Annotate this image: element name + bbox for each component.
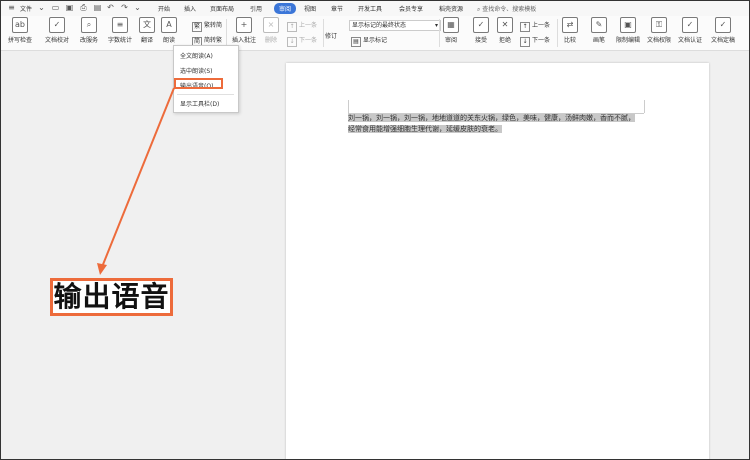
wordcount-button[interactable]: ≡ 字数统计 xyxy=(108,17,132,44)
finalize-icon: ✓ xyxy=(715,17,731,33)
to-traditional-button[interactable]: 繁繁转简 xyxy=(192,20,222,32)
tab-developer[interactable]: 开发工具 xyxy=(358,4,382,13)
permission-icon: ⚿ xyxy=(651,17,667,33)
translate-button[interactable]: 文 翻译 xyxy=(139,17,155,44)
pen-icon: ✎ xyxy=(591,17,607,33)
prev-comment-button[interactable]: ↑ 上一条 xyxy=(287,20,317,32)
spellcheck-button[interactable]: ab 拼写检查 xyxy=(8,17,32,44)
next-icon: ↓ xyxy=(287,37,297,47)
tab-review[interactable]: 审阅 xyxy=(274,3,297,14)
chevron-down-icon[interactable]: ⌄ xyxy=(37,3,46,12)
next-comment-button[interactable]: ↓ 下一条 xyxy=(287,35,317,47)
ribbon-toolbar: ab 拼写检查 ✓ 文档校对 ⌕ 改服务 ≡ 字数统计 文 翻译 A 朗读 繁繁… xyxy=(1,16,749,51)
next-change-button[interactable]: ↓ 下一条 xyxy=(520,35,550,47)
tab-docer[interactable]: 稻壳资源 xyxy=(439,4,463,13)
undo-icon[interactable]: ↶ xyxy=(106,3,115,12)
divider xyxy=(177,94,234,95)
tab-insert[interactable]: 插入 xyxy=(184,4,196,13)
chevron-down-icon: ▾ xyxy=(434,22,438,29)
prev-icon: ↑ xyxy=(520,22,530,32)
word-count-icon: ≡ xyxy=(112,17,128,33)
text-line: 经常食用能增强细胞生理代谢，延缓皮肤的衰老。 xyxy=(348,125,502,133)
margin-guide xyxy=(644,100,645,113)
chevron-down-icon[interactable]: ⌄ xyxy=(133,3,142,12)
reject-icon: ✕ xyxy=(497,17,513,33)
abc-check-icon: ab xyxy=(12,17,28,33)
comment-add-icon: + xyxy=(236,17,252,33)
menu-item-read-selection[interactable]: 选中朗读(S) xyxy=(180,66,213,75)
prev-change-button[interactable]: ↑ 上一条 xyxy=(520,20,550,32)
divider xyxy=(226,19,227,47)
compare-icon: ⇄ xyxy=(562,17,578,33)
search-icon: ⌕ xyxy=(477,6,481,13)
document-check-icon: ✓ xyxy=(49,17,65,33)
certificate-icon: ✓ xyxy=(682,17,698,33)
markup-state-select[interactable]: 显示标记的最终状态 ▾ xyxy=(349,20,441,31)
divider xyxy=(323,19,324,47)
tab-reference[interactable]: 引用 xyxy=(250,4,262,13)
doc-cert-button[interactable]: ✓ 文档认证 xyxy=(678,17,702,44)
tab-member[interactable]: 会员专享 xyxy=(399,4,423,13)
restrict-edit-button[interactable]: ▣ 限制编辑 xyxy=(616,17,640,44)
search-input[interactable]: ⌕ 查找命令、搜索模板 xyxy=(477,4,536,14)
insert-comment-button[interactable]: + 插入批注 xyxy=(232,17,256,44)
file-menu[interactable]: 文件 xyxy=(20,4,32,13)
tab-view[interactable]: 视图 xyxy=(304,4,316,13)
compare-button[interactable]: ⇄ 比较 xyxy=(562,17,578,44)
ink-button[interactable]: ✎ 画笔 xyxy=(591,17,607,44)
reject-button[interactable]: ✕ 拒绝 xyxy=(497,17,513,44)
read-aloud-button[interactable]: A 朗读 xyxy=(161,17,177,44)
review-pane-icon: ▦ xyxy=(443,17,459,33)
revise-button[interactable]: 修订 xyxy=(325,29,337,40)
hamburger-icon[interactable]: ≡ xyxy=(7,3,16,12)
tab-start[interactable]: 开始 xyxy=(158,4,170,13)
rewrite-button[interactable]: ⌕ 改服务 xyxy=(80,17,98,44)
highlight-box xyxy=(174,78,223,89)
accept-button[interactable]: ✓ 接受 xyxy=(473,17,489,44)
menu-bar: ≡ 文件 ⌄ ▭ ▣ ⎙ ▤ ↶ ↷ ⌄ 开始 插入 页面布局 引用 审阅 视图… xyxy=(1,1,749,16)
divider xyxy=(439,19,440,47)
doc-final-button[interactable]: ✓ 文档定稿 xyxy=(711,17,735,44)
divider xyxy=(557,19,558,47)
document-page[interactable]: 刘一锅，刘一锅，刘一锅，地地道道的关东火锅，绿色，美味，健康，汤鲜肉嫩，香而不腻… xyxy=(286,63,709,459)
doc-permission-button[interactable]: ⚿ 文档权限 xyxy=(647,17,671,44)
proofread-button[interactable]: ✓ 文档校对 xyxy=(45,17,69,44)
tab-layout[interactable]: 页面布局 xyxy=(210,4,234,13)
redo-icon[interactable]: ↷ xyxy=(120,3,129,12)
callout-label: 输出语音 xyxy=(50,278,173,316)
next-icon: ↓ xyxy=(520,37,530,47)
print-preview-icon[interactable]: ▤ xyxy=(93,3,102,12)
text-line: 刘一锅，刘一锅，刘一锅，地地道道的关东火锅，绿色，美味，健康，汤鲜肉嫩，香而不腻… xyxy=(348,114,635,122)
show-markup-button[interactable]: ▤ 显示标记 xyxy=(351,35,387,47)
menu-item-show-toolbar[interactable]: 显示工具栏(D) xyxy=(180,99,219,108)
document-text[interactable]: 刘一锅，刘一锅，刘一锅，地地道道的关东火锅，绿色，美味，健康，汤鲜肉嫩，香而不腻… xyxy=(348,113,648,135)
markup-icon: ▤ xyxy=(351,37,361,47)
menu-item-read-all[interactable]: 全文朗读(A) xyxy=(180,51,213,60)
lock-document-icon: ▣ xyxy=(620,17,636,33)
prev-icon: ↑ xyxy=(287,22,297,32)
accept-icon: ✓ xyxy=(473,17,489,33)
read-aloud-icon: A xyxy=(161,17,177,33)
delete-comment-button[interactable]: × 删除 xyxy=(263,17,279,44)
margin-guide xyxy=(348,100,644,114)
document-workspace: 刘一锅，刘一锅，刘一锅，地地道道的关东火锅，绿色，美味，健康，汤鲜肉嫩，香而不腻… xyxy=(1,51,749,459)
traditional-icon: 繁 xyxy=(192,22,202,32)
document-search-icon: ⌕ xyxy=(81,17,97,33)
review-button[interactable]: ▦ 审阅 xyxy=(443,17,459,44)
app-window: ≡ 文件 ⌄ ▭ ▣ ⎙ ▤ ↶ ↷ ⌄ 开始 插入 页面布局 引用 审阅 视图… xyxy=(0,0,750,460)
print-icon[interactable]: ⎙ xyxy=(79,3,88,12)
margin-guide xyxy=(348,100,349,113)
folder-icon[interactable]: ▭ xyxy=(51,3,60,12)
comment-delete-icon: × xyxy=(263,17,279,33)
tab-chapter[interactable]: 章节 xyxy=(331,4,343,13)
save-icon[interactable]: ▣ xyxy=(65,3,74,12)
translate-icon: 文 xyxy=(139,17,155,33)
